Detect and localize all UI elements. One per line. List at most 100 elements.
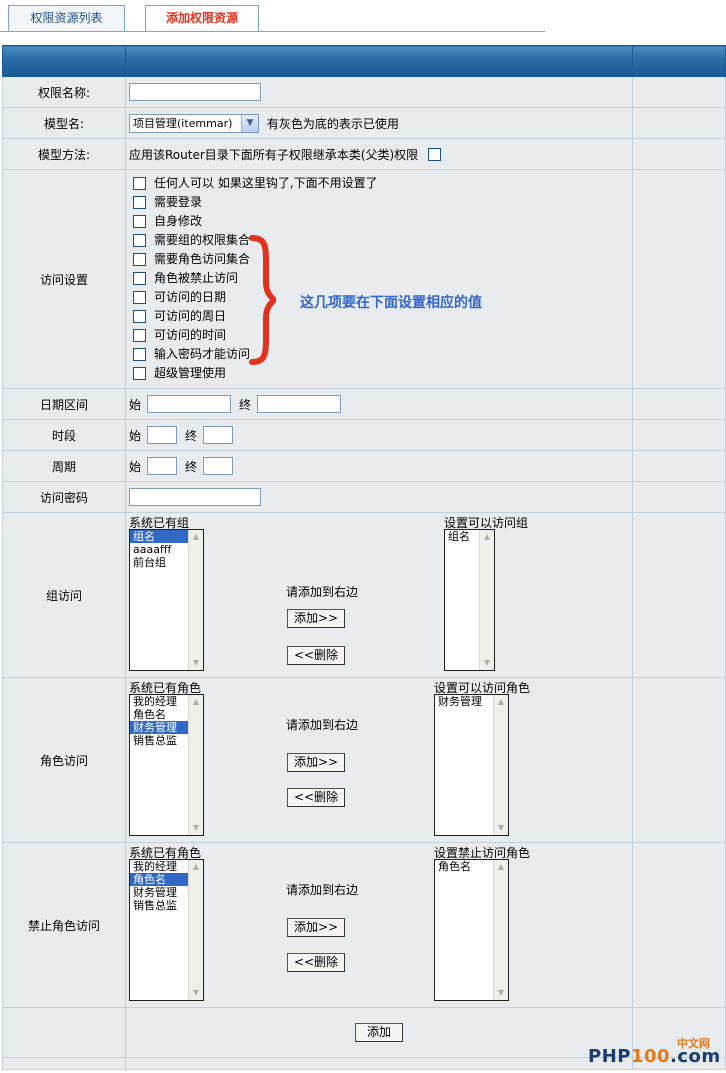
tab-underline	[0, 31, 545, 32]
access-option-password[interactable]: 输入密码才能访问	[129, 345, 632, 364]
model-select[interactable]: 项目管理(itemmar) ▼	[129, 113, 259, 133]
group-add-button[interactable]: 添加>>	[287, 609, 345, 628]
checkbox[interactable]	[133, 367, 146, 380]
model-label: 模型名:	[2, 107, 126, 139]
group-access-label: 组访问	[2, 512, 126, 678]
group-hint: 请添加到右边	[286, 585, 359, 599]
tab-bar: 权限资源列表 添加权限资源	[0, 0, 726, 36]
scrollbar[interactable]: ▲ ▼	[479, 530, 494, 670]
deny-hint: 请添加到右边	[286, 883, 359, 897]
group-right-listbox[interactable]: 组名 ▲ ▼	[444, 529, 495, 671]
password-input[interactable]	[129, 488, 261, 506]
watermark-num: 100	[630, 1046, 671, 1067]
role-hint: 请添加到右边	[286, 718, 359, 732]
scroll-down-icon[interactable]: ▼	[495, 822, 507, 834]
scrollbar[interactable]: ▲ ▼	[188, 530, 203, 670]
cycle-start-label: 始	[129, 459, 142, 474]
watermark-php: PHP	[588, 1046, 631, 1067]
access-option-super[interactable]: 超级管理使用	[129, 364, 632, 383]
access-option-time[interactable]: 可访问的时间	[129, 326, 632, 345]
time-end-label: 终	[185, 428, 198, 443]
brace-path	[249, 235, 276, 365]
cycle-label: 周期	[2, 450, 126, 482]
checkbox[interactable]	[133, 196, 146, 209]
submit-button[interactable]: 添加	[355, 1023, 403, 1042]
name-input[interactable]	[129, 83, 261, 101]
access-option-anyone[interactable]: 任何人可以 如果这里钩了,下面不用设置了	[129, 174, 632, 193]
scroll-up-icon[interactable]: ▲	[495, 696, 507, 708]
date-start-input[interactable]	[147, 395, 232, 413]
date-end-label: 终	[239, 397, 252, 412]
red-brace-annotation	[249, 235, 276, 365]
group-left-listbox[interactable]: 组名 aaaafff 前台组 ▲ ▼	[129, 529, 204, 671]
scroll-up-icon[interactable]: ▲	[495, 861, 507, 873]
access-option-self-edit[interactable]: 自身修改	[129, 212, 632, 231]
scrollbar[interactable]: ▲ ▼	[493, 860, 508, 1000]
checkbox[interactable]	[133, 272, 146, 285]
role-access-cell: 系统已有角色 我的经理 角色名 财务管理 销售总监 ▲ ▼ 请添加到右边 添加>>…	[125, 677, 633, 843]
deny-add-button[interactable]: 添加>>	[287, 918, 345, 937]
scroll-down-icon[interactable]: ▼	[190, 987, 202, 999]
scroll-up-icon[interactable]: ▲	[190, 861, 202, 873]
checkbox[interactable]	[133, 215, 146, 228]
role-access-label: 角色访问	[2, 677, 126, 843]
deny-role-access-label: 禁止角色访问	[2, 842, 126, 1008]
date-start-label: 始	[129, 397, 142, 412]
scrollbar[interactable]: ▲ ▼	[493, 695, 508, 835]
scroll-up-icon[interactable]: ▲	[190, 696, 202, 708]
access-option-login[interactable]: 需要登录	[129, 193, 632, 212]
model-note: 有灰色为底的表示已使用	[266, 116, 399, 131]
role-add-button[interactable]: 添加>>	[287, 753, 345, 772]
scroll-down-icon[interactable]: ▼	[190, 657, 202, 669]
cycle-start-input[interactable]	[147, 457, 178, 475]
model-select-value: 项目管理(itemmar)	[133, 116, 233, 130]
time-start-label: 始	[129, 428, 142, 443]
php100-watermark: 中文网 PHP100.com	[588, 1035, 721, 1071]
group-access-cell: 系统已有组 组名 aaaafff 前台组 ▲ ▼ 请添加到右边 添加>> <<删除…	[125, 512, 633, 678]
checkbox[interactable]	[133, 234, 146, 247]
scrollbar[interactable]: ▲ ▼	[188, 860, 203, 1000]
inherit-checkbox[interactable]	[427, 147, 441, 161]
access-option-role-deny[interactable]: 角色被禁止访问	[129, 269, 632, 288]
checkbox[interactable]	[133, 348, 146, 361]
chevron-down-icon[interactable]: ▼	[241, 114, 258, 132]
resource-form: 权限名称: 模型名: 项目管理(itemmar) ▼ 有灰色为底的表示已使用 模…	[2, 45, 726, 1070]
cycle-end-label: 终	[185, 459, 198, 474]
date-end-input[interactable]	[257, 395, 342, 413]
name-label: 权限名称:	[2, 76, 126, 108]
checkbox[interactable]	[133, 329, 146, 342]
deny-role-access-cell: 系统已有角色 我的经理 角色名 财务管理 销售总监 ▲ ▼ 请添加到右边 添加>>…	[125, 842, 633, 1008]
role-left-listbox[interactable]: 我的经理 角色名 财务管理 销售总监 ▲ ▼	[129, 694, 204, 836]
checkbox[interactable]	[133, 310, 146, 323]
cycle-end-input[interactable]	[203, 457, 234, 475]
scroll-down-icon[interactable]: ▼	[481, 657, 493, 669]
scroll-up-icon[interactable]: ▲	[481, 531, 493, 543]
tab-resource-list[interactable]: 权限资源列表	[8, 5, 125, 31]
scroll-down-icon[interactable]: ▼	[495, 987, 507, 999]
access-option-group[interactable]: 需要组的权限集合	[129, 231, 632, 250]
checkbox[interactable]	[133, 177, 146, 190]
role-right-listbox[interactable]: 财务管理 ▲ ▼	[434, 694, 509, 836]
submit-cell: 添加	[125, 1007, 633, 1058]
annotation-text: 这几项要在下面设置相应的值	[300, 295, 482, 311]
checkbox[interactable]	[133, 291, 146, 304]
deny-delete-button[interactable]: <<删除	[287, 953, 345, 972]
scroll-down-icon[interactable]: ▼	[190, 822, 202, 834]
tab-add-resource[interactable]: 添加权限资源	[145, 5, 259, 32]
deny-left-listbox[interactable]: 我的经理 角色名 财务管理 销售总监 ▲ ▼	[129, 859, 204, 1001]
role-delete-button[interactable]: <<删除	[287, 788, 345, 807]
time-end-input[interactable]	[203, 426, 234, 444]
date-range-label: 日期区间	[2, 388, 126, 420]
method-label: 模型方法:	[2, 138, 126, 170]
checkbox[interactable]	[133, 253, 146, 266]
scroll-up-icon[interactable]: ▲	[190, 531, 202, 543]
time-label: 时段	[2, 419, 126, 451]
group-delete-button[interactable]: <<删除	[287, 646, 345, 665]
access-option-role[interactable]: 需要角色访问集合	[129, 250, 632, 269]
watermark-tail: .com	[670, 1046, 721, 1067]
time-start-input[interactable]	[147, 426, 178, 444]
form-header-row	[2, 45, 726, 77]
password-label: 访问密码	[2, 481, 126, 513]
deny-right-listbox[interactable]: 角色名 ▲ ▼	[434, 859, 509, 1001]
scrollbar[interactable]: ▲ ▼	[188, 695, 203, 835]
